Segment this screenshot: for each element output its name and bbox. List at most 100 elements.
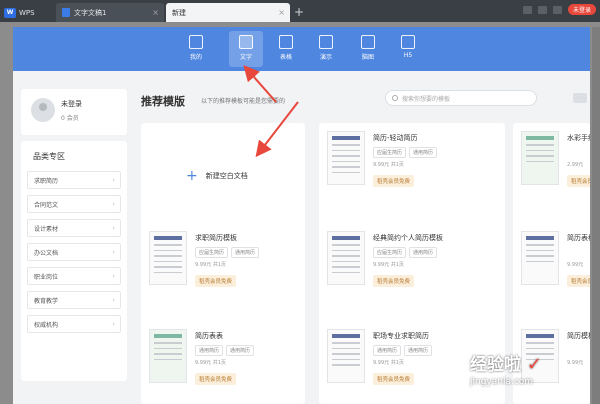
template-tag: 通用简历: [195, 345, 224, 356]
settings-icon[interactable]: [552, 5, 562, 14]
template-card[interactable]: 水彩手绘简 2.99元 稻壳会员免费: [513, 123, 590, 227]
template-tag: 应届生简历: [373, 147, 407, 158]
tool-mindmap-label: 脑图: [361, 54, 374, 61]
template-card[interactable]: 简历表表 通用简历 通用简历 9.99元 共1页 稻壳会员免费: [141, 321, 305, 404]
template-tag: 通用简历: [231, 247, 260, 258]
sidebar-item-contract[interactable]: 合同范文 ›: [27, 195, 121, 213]
feedback-icon[interactable]: [537, 5, 547, 14]
template-meta: 9.99元 共1页: [195, 262, 226, 268]
tab-wps-label: WPS: [19, 8, 35, 17]
sidebar-item-label: 职业岗位: [34, 273, 59, 281]
avatar[interactable]: [31, 98, 55, 122]
template-tag: 应届生简历: [195, 247, 229, 258]
template-tag: 通用简历: [409, 147, 438, 158]
template-title: 求职简历模板: [195, 234, 237, 242]
template-meta: 2.99元: [567, 162, 584, 168]
vip-free-badge[interactable]: 稻壳会员免费: [195, 373, 237, 385]
template-title: 职场专业求职简历: [373, 332, 429, 340]
sidebar-item-label: 教育教学: [34, 297, 59, 305]
tool-mindmap[interactable]: 脑图: [351, 35, 385, 61]
grid-view-icon[interactable]: [573, 93, 587, 103]
tool-presentation-label: 演示: [319, 54, 332, 61]
chevron-right-icon: ›: [112, 272, 115, 280]
tool-writer[interactable]: 文字: [229, 31, 263, 67]
title-bar: W WPS 文字文稿1 × 新建 × + 未登录: [0, 0, 600, 22]
template-thumbnail: [327, 231, 365, 285]
sidebar-item-design[interactable]: 设计素材 ›: [27, 219, 121, 237]
chevron-right-icon: ›: [112, 296, 115, 304]
tool-mine-label: 我的: [189, 54, 202, 61]
template-tags: 通用简历 通用简历: [373, 345, 433, 356]
mindmap-icon: [361, 35, 375, 49]
template-card[interactable]: 简历-轻动简历 应届生简历 通用简历 9.99元 共1页 稻壳会员免费: [319, 123, 505, 227]
vip-free-badge[interactable]: 稻壳会员免费: [195, 275, 237, 287]
template-card[interactable]: 求职简历模板 应届生简历 通用简历 9.99元 共1页 稻壳会员免费: [141, 223, 305, 327]
tool-writer-label: 文字: [239, 54, 252, 61]
tool-mine[interactable]: 我的: [179, 35, 213, 61]
new-blank-document-card[interactable]: + 新建空白文档: [141, 123, 305, 227]
window-edge: [592, 27, 600, 404]
sidebar-item-office[interactable]: 办公文档 ›: [27, 243, 121, 261]
user-card[interactable]: 未登录 0 会员: [21, 89, 127, 135]
presentation-icon: [319, 35, 333, 49]
close-tab-icon[interactable]: ×: [152, 8, 159, 17]
template-title: 简历表格: [567, 234, 590, 242]
template-card[interactable]: 经典简约个人简历模板 应届生简历 通用简历 9.99元 共1页 稻壳会员免费: [319, 223, 505, 327]
vip-free-badge[interactable]: 稻壳会员免费: [373, 373, 415, 385]
template-thumbnail: [149, 231, 187, 285]
search-icon: [392, 95, 398, 101]
vip-free-badge[interactable]: 稻壳会员免费: [373, 275, 415, 287]
page-title: 推荐模版: [141, 95, 185, 108]
sidebar-item-label: 设计素材: [34, 225, 59, 233]
search-input[interactable]: 搜索你想要的模板: [385, 90, 537, 106]
sidebar-item-label: 办公文档: [34, 249, 59, 257]
new-blank-document-button[interactable]: + 新建空白文档: [186, 168, 248, 184]
sidebar-item-career[interactable]: 职业岗位 ›: [27, 267, 121, 285]
sidebar-item-resume[interactable]: 求职简历 ›: [27, 171, 121, 189]
chevron-right-icon: ›: [112, 248, 115, 256]
plus-icon: +: [186, 168, 198, 184]
template-tag: 通用简历: [409, 247, 438, 258]
vip-free-badge[interactable]: 稻壳会员免费: [373, 175, 415, 187]
tab-document[interactable]: 文字文稿1 ×: [56, 3, 164, 22]
titlebar-actions: 未登录: [522, 4, 596, 15]
login-badge[interactable]: 未登录: [567, 4, 596, 15]
template-tags: 应届生简历 通用简历: [195, 247, 260, 258]
user-name: 未登录: [61, 100, 82, 108]
tool-presentation[interactable]: 演示: [309, 35, 343, 61]
template-tags: 应届生简历 通用简历: [373, 147, 438, 158]
template-tag: 通用简历: [373, 345, 402, 356]
watermark: 经验啦 ✓ jingyanla.com: [470, 350, 542, 387]
vip-free-badge[interactable]: 稻壳会员免费: [567, 175, 590, 187]
template-tag: 通用简历: [226, 345, 255, 356]
new-blank-document-label: 新建空白文档: [205, 172, 248, 180]
sidebar-item-authority[interactable]: 权威机构 ›: [27, 315, 121, 333]
watermark-url: jingyanla.com: [470, 377, 534, 387]
template-card[interactable]: 简历表格 9.99元 稻壳会员免费: [513, 223, 590, 327]
category-sidebar: 品类专区 求职简历 › 合同范文 › 设计素材 › 办公文档 › 职业岗位 › 教育教学 ›…: [21, 141, 127, 381]
new-tab-plus-icon[interactable]: +: [294, 5, 304, 19]
star-icon: [189, 35, 203, 49]
tab-new[interactable]: 新建 ×: [166, 3, 290, 22]
vip-free-badge[interactable]: 稻壳会员免费: [567, 275, 590, 287]
h5-icon: [401, 35, 415, 49]
tool-h5[interactable]: H5: [391, 35, 425, 59]
chevron-right-icon: ›: [112, 224, 115, 232]
skin-icon[interactable]: [522, 5, 532, 14]
template-thumbnail: [521, 131, 559, 185]
tool-h5-label: H5: [403, 52, 413, 59]
sidebar-item-label: 求职简历: [34, 177, 59, 185]
sidebar-item-label: 权威机构: [34, 321, 59, 329]
template-meta: 9.99元 共1页: [195, 360, 226, 366]
tab-new-label: 新建: [172, 8, 186, 17]
template-thumbnail: [521, 231, 559, 285]
document-icon: [62, 8, 70, 17]
tab-wps[interactable]: W WPS: [4, 3, 54, 22]
tool-spreadsheet[interactable]: 表格: [269, 35, 303, 61]
search-placeholder: 搜索你想要的模板: [402, 95, 451, 103]
template-title: 水彩手绘简: [567, 134, 590, 142]
template-tag: 应届生简历: [373, 247, 407, 258]
close-tab-icon[interactable]: ×: [278, 8, 285, 17]
sidebar-item-education[interactable]: 教育教学 ›: [27, 291, 121, 309]
sidebar-item-label: 合同范文: [34, 201, 59, 209]
